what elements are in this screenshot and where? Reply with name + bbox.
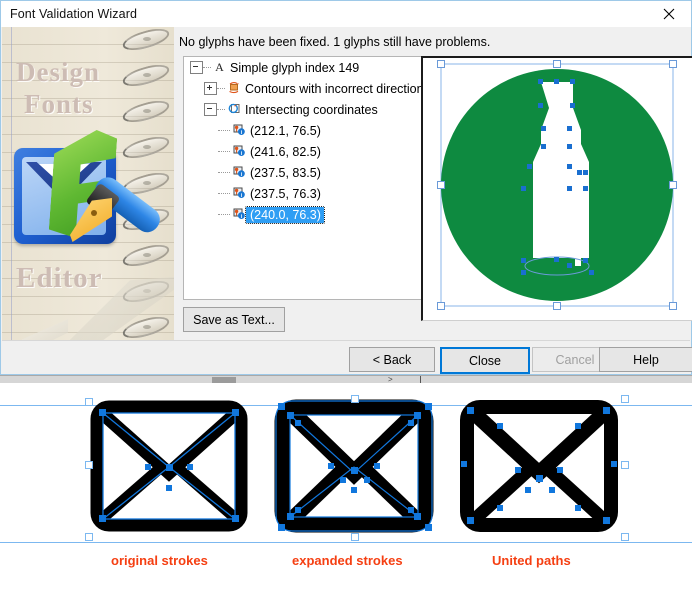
coordinate-point-icon: i <box>232 144 246 160</box>
envelope-united-paths[interactable] <box>453 393 643 543</box>
tree-node-root-label: Simple glyph index 149 <box>230 60 360 75</box>
intersecting-coordinates-icon <box>227 102 241 118</box>
tree-node-contours-label: Contours with incorrect direction <box>245 81 423 96</box>
strip-marker-tick <box>420 376 421 383</box>
dialog-title: Font Validation Wizard <box>10 7 138 21</box>
banner-word-design: Design <box>16 57 101 87</box>
coordinate-label: (212.1, 76.5) <box>250 123 321 138</box>
envelope-original-strokes[interactable] <box>83 393 273 543</box>
wizard-banner-image: Design Fonts Editor <box>2 27 174 340</box>
coordinate-point-icon: i <box>232 207 246 223</box>
contour-direction-icon <box>227 81 241 97</box>
banner-word-fonts: Fonts <box>24 89 94 119</box>
dialog-titlebar: Font Validation Wizard <box>1 1 691 27</box>
save-as-text-button[interactable]: Save as Text... <box>183 307 285 332</box>
caption-original-strokes: original strokes <box>111 553 208 568</box>
coordinate-point-icon: i <box>232 186 246 202</box>
caption-expanded-strokes: expanded strokes <box>292 553 403 568</box>
expander-minus-icon[interactable] <box>190 61 203 74</box>
app-logo-icon <box>12 124 165 249</box>
coordinate-label: (241.6, 82.5) <box>250 144 321 159</box>
coordinate-point-icon: i <box>232 165 246 181</box>
tree-leaf-coordinate-selected[interactable]: i (240.0, 76.3) <box>184 204 422 225</box>
tree-node-intersecting[interactable]: Intersecting coordinates <box>184 99 422 120</box>
banner-word-editor: Editor <box>16 262 103 294</box>
tree-node-intersecting-label: Intersecting coordinates <box>245 102 378 117</box>
envelope-expanded-strokes[interactable] <box>268 393 458 543</box>
tree-leaf-coordinate[interactable]: i (241.6, 82.5) <box>184 141 422 162</box>
glyph-preview-canvas <box>437 60 677 310</box>
close-icon[interactable] <box>646 1 691 26</box>
tree-node-root[interactable]: A Simple glyph index 149 <box>184 57 422 78</box>
pen-icon <box>64 168 165 254</box>
validation-results-tree[interactable]: A Simple glyph index 149 Contours with i… <box>183 56 423 300</box>
dialog-footer: < Back Close Cancel Help <box>2 341 692 374</box>
back-button[interactable]: < Back <box>349 347 435 372</box>
validation-status-text: No glyphs have been fixed. 1 glyphs stil… <box>179 35 491 49</box>
close-button[interactable]: Close <box>440 347 530 374</box>
screen: Font Validation Wizard Design Fonts Edit… <box>0 0 692 589</box>
svg-text:A: A <box>215 60 224 73</box>
tree-leaf-coordinate[interactable]: i (212.1, 76.5) <box>184 120 422 141</box>
coordinate-label: (237.5, 83.5) <box>250 165 321 180</box>
coordinate-point-icon: i <box>232 123 246 139</box>
font-validation-wizard-dialog: Font Validation Wizard Design Fonts Edit… <box>0 0 692 375</box>
tree-leaf-coordinate[interactable]: i (237.5, 83.5) <box>184 162 422 183</box>
glyph-a-icon: A <box>213 60 226 76</box>
tree-leaf-coordinate[interactable]: i (237.5, 76.3) <box>184 183 422 204</box>
coordinate-label-selected: (240.0, 76.3) <box>245 205 325 224</box>
help-button[interactable]: Help <box>599 347 692 372</box>
tree-node-contours[interactable]: Contours with incorrect direction <box>184 78 422 99</box>
glyph-preview-panel[interactable] <box>421 56 692 321</box>
expander-plus-icon[interactable] <box>204 82 217 95</box>
caption-united-paths: United paths <box>492 553 571 568</box>
coordinate-label: (237.5, 76.3) <box>250 186 321 201</box>
expander-minus-icon[interactable] <box>204 103 217 116</box>
